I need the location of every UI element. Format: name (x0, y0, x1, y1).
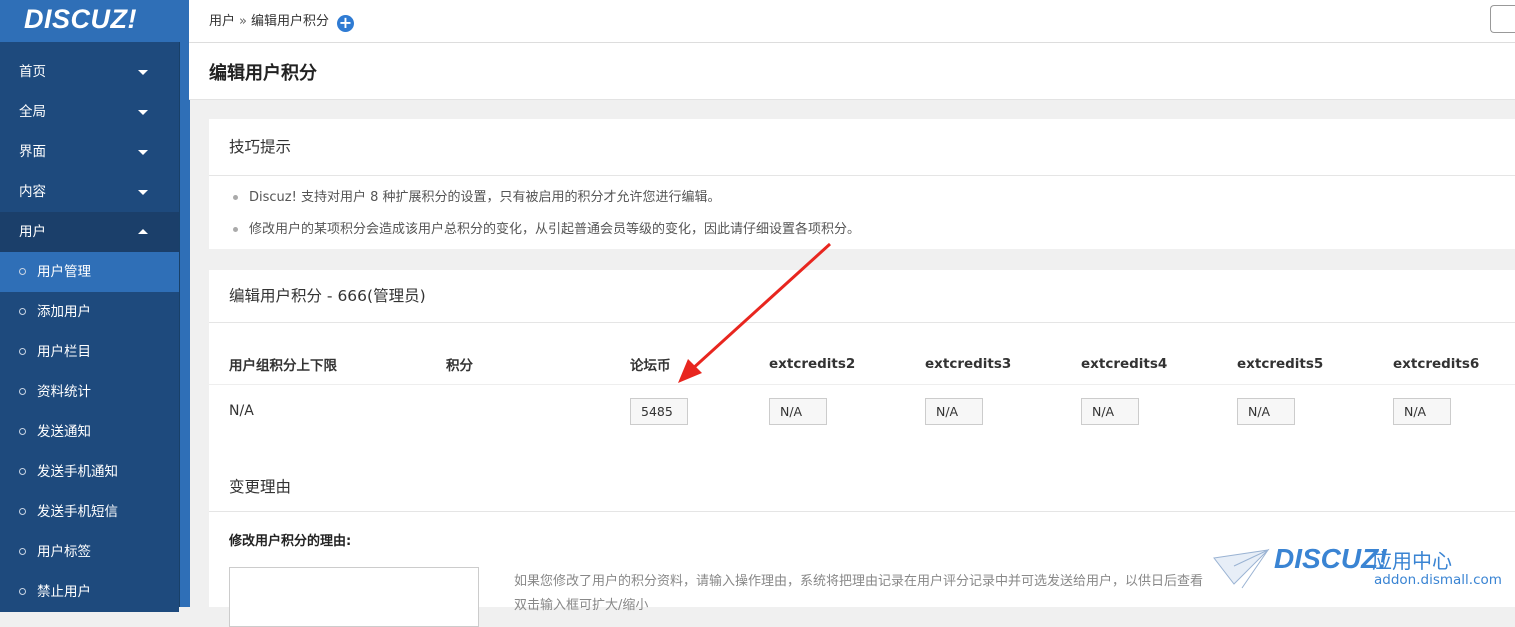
extcredits3-input[interactable] (925, 397, 983, 425)
reason-help-text: 如果您修改了用户的积分资料，请输入操作理由，系统将把理由记录在用户评分记录中并可… (514, 570, 1274, 618)
subnav-item-profile-stats[interactable]: 资料统计 (0, 372, 179, 412)
points-value (446, 385, 630, 438)
top-bar: 用户 » 编辑用户积分 + (189, 0, 1515, 43)
subnav-item-label: 用户管理 (37, 264, 91, 280)
circle-icon (19, 548, 26, 555)
column-header: extcredits4 (1081, 343, 1237, 385)
breadcrumb: 用户 » 编辑用户积分 + (209, 10, 354, 32)
subnav-item-ban-user[interactable]: 禁止用户 (0, 572, 179, 612)
column-header: extcredits3 (925, 343, 1081, 385)
sidebar-item-content[interactable]: 内容 (0, 172, 179, 212)
bullet-icon (233, 227, 238, 232)
add-shortcut-icon[interactable]: + (337, 15, 354, 32)
subnav-item-user-tags[interactable]: 用户标签 (0, 532, 179, 572)
tip-text: 修改用户的某项积分会造成该用户总积分的变化，从引起普通会员等级的变化，因此请仔细… (249, 222, 861, 237)
chevron-down-icon (138, 150, 148, 155)
subnav-item-label: 发送通知 (37, 424, 91, 440)
sidebar-item-global[interactable]: 全局 (0, 92, 179, 132)
tip-text: Discuz! 支持对用户 8 种扩展积分的设置，只有被启用的积分才允许您进行编… (249, 190, 721, 205)
sidebar-item-label: 全局 (19, 104, 46, 120)
sidebar-item-interface[interactable]: 界面 (0, 132, 179, 172)
reason-help-line: 如果您修改了用户的积分资料，请输入操作理由，系统将把理由记录在用户评分记录中并可… (514, 574, 1204, 589)
subnav-item-mobile-sms[interactable]: 发送手机短信 (0, 492, 179, 532)
edit-credits-title: 编辑用户积分 - 666(管理员) (209, 270, 1515, 323)
subnav-item-user-columns[interactable]: 用户栏目 (0, 332, 179, 372)
tip-item: 修改用户的某项积分会造成该用户总积分的变化，从引起普通会员等级的变化，因此请仔细… (233, 216, 1515, 248)
chevron-up-icon (138, 229, 148, 234)
column-header: 论坛币 (630, 343, 769, 385)
table-header-row: 用户组积分上下限 积分 论坛币 extcredits2 extcredits3 … (209, 343, 1515, 385)
circle-icon (19, 388, 26, 395)
sidebar-item-label: 内容 (19, 184, 46, 200)
circle-icon (19, 268, 26, 275)
sidebar-scrollbar[interactable] (179, 42, 190, 607)
subnav-item-label: 发送手机短信 (37, 504, 118, 520)
subnav-item-label: 发送手机通知 (37, 464, 118, 480)
extcredits6-input[interactable] (1393, 397, 1451, 425)
column-header: extcredits6 (1393, 343, 1515, 385)
reason-textarea[interactable] (229, 567, 479, 627)
tips-panel: 技巧提示 Discuz! 支持对用户 8 种扩展积分的设置，只有被启用的积分才允… (209, 119, 1515, 249)
circle-icon (19, 508, 26, 515)
subnav-item-label: 添加用户 (37, 304, 91, 320)
circle-icon (19, 588, 26, 595)
subnav-item-add-user[interactable]: 添加用户 (0, 292, 179, 332)
circle-icon (19, 468, 26, 475)
column-header: extcredits2 (769, 343, 925, 385)
bullet-icon (233, 195, 238, 200)
reason-help-line: 双击输入框可扩大/缩小 (514, 598, 649, 613)
breadcrumb-current: 编辑用户积分 (250, 14, 329, 29)
subnav-item-send-notice[interactable]: 发送通知 (0, 412, 179, 452)
circle-icon (19, 348, 26, 355)
group-limit-value: N/A (229, 403, 254, 419)
subnav-item-label: 资料统计 (37, 384, 91, 400)
chevron-down-icon (138, 190, 148, 195)
column-header: 用户组积分上下限 (229, 343, 446, 385)
sidebar: DISCUZ! 首页 全局 界面 内容 用户 用户管理 添加用户 用户栏目 资料… (0, 0, 190, 612)
column-header: extcredits5 (1237, 343, 1393, 385)
tip-item: Discuz! 支持对用户 8 种扩展积分的设置，只有被启用的积分才允许您进行编… (233, 184, 1515, 216)
credits-table: 用户组积分上下限 积分 论坛币 extcredits2 extcredits3 … (209, 343, 1515, 437)
sidebar-item-users[interactable]: 用户 (0, 212, 179, 252)
top-right-button[interactable] (1490, 5, 1515, 33)
circle-icon (19, 308, 26, 315)
tips-title: 技巧提示 (209, 119, 1515, 176)
extcredits4-input[interactable] (1081, 397, 1139, 425)
breadcrumb-users-link[interactable]: 用户 (209, 14, 235, 29)
chevron-down-icon (138, 70, 148, 75)
forum-coin-input[interactable] (630, 397, 688, 425)
page-title: 编辑用户积分 (209, 63, 317, 84)
extcredits2-input[interactable] (769, 397, 827, 425)
logo-text: DISCUZ! (24, 4, 137, 34)
sidebar-item-home[interactable]: 首页 (0, 52, 179, 92)
subnav-item-mobile-notice[interactable]: 发送手机通知 (0, 452, 179, 492)
subnav-item-label: 用户标签 (37, 544, 91, 560)
column-header: 积分 (446, 343, 630, 385)
reason-label: 修改用户积分的理由: (229, 534, 352, 549)
table-row: N/A (209, 385, 1515, 438)
logo[interactable]: DISCUZ! (0, 0, 189, 42)
page-header: 编辑用户积分 (189, 43, 1515, 100)
sidebar-nav: 首页 全局 界面 内容 用户 用户管理 添加用户 用户栏目 资料统计 发送通知 … (0, 52, 179, 612)
breadcrumb-separator: » (239, 14, 247, 29)
subnav-item-user-manage[interactable]: 用户管理 (0, 252, 179, 292)
extcredits5-input[interactable] (1237, 397, 1295, 425)
subnav-item-label: 禁止用户 (37, 584, 91, 600)
sidebar-item-label: 首页 (19, 64, 46, 80)
chevron-down-icon (138, 110, 148, 115)
reason-section-title: 变更理由 (209, 462, 1515, 512)
edit-credits-panel: 编辑用户积分 - 666(管理员) 用户组积分上下限 积分 论坛币 extcre… (209, 270, 1515, 627)
tips-list: Discuz! 支持对用户 8 种扩展积分的设置，只有被启用的积分才允许您进行编… (209, 176, 1515, 248)
subnav-item-label: 用户栏目 (37, 344, 91, 360)
sidebar-item-label: 界面 (19, 144, 46, 160)
circle-icon (19, 428, 26, 435)
sidebar-item-label: 用户 (19, 224, 46, 240)
